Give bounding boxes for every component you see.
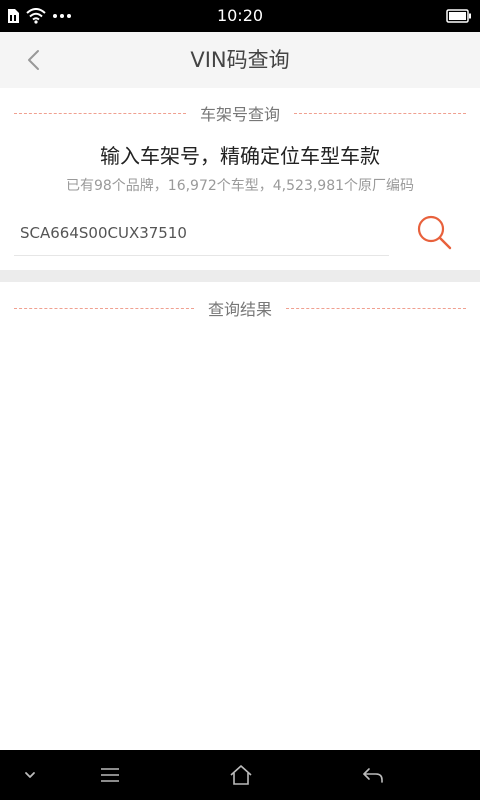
- system-nav-bar: [0, 750, 480, 800]
- home-button[interactable]: [229, 763, 253, 787]
- search-icon: [417, 215, 452, 250]
- battery-icon: [446, 9, 471, 23]
- results-list: [0, 330, 480, 748]
- status-bar: 10:20: [0, 0, 480, 32]
- back-arrow-icon: [363, 768, 383, 783]
- menu-button[interactable]: [98, 763, 122, 787]
- vin-stats: 已有98个品牌，16,972个车型，4,523,981个原厂编码: [65, 178, 415, 194]
- chevron-down-icon: [25, 772, 35, 778]
- dashed-divider: [14, 112, 186, 114]
- home-icon: [230, 765, 252, 785]
- results-section-title: 查询结果: [14, 296, 467, 320]
- menu-icon: [101, 768, 119, 782]
- app-root: 10:20 VIN码查询 车架号查询 输入车架号，精确定位车型车款 已有98个品…: [0, 0, 480, 800]
- section-separator: [0, 270, 480, 282]
- results-section-label: 查询结果: [208, 300, 273, 319]
- collapse-button[interactable]: [18, 763, 42, 787]
- dashed-divider: [294, 112, 467, 114]
- dashed-divider: [286, 307, 467, 309]
- vin-section-label: 车架号查询: [200, 105, 281, 124]
- search-button[interactable]: [414, 212, 454, 252]
- vin-section-title: 车架号查询: [14, 101, 467, 125]
- back-nav-button[interactable]: [361, 763, 385, 787]
- app-header: VIN码查询: [0, 32, 480, 88]
- vin-input[interactable]: [14, 210, 389, 256]
- vin-headline: 输入车架号，精确定位车型车款: [100, 144, 380, 168]
- page-title: VIN码查询: [190, 48, 290, 72]
- dashed-divider: [14, 307, 194, 309]
- battery-indicator: [446, 8, 472, 24]
- status-time: 10:20: [216, 6, 264, 25]
